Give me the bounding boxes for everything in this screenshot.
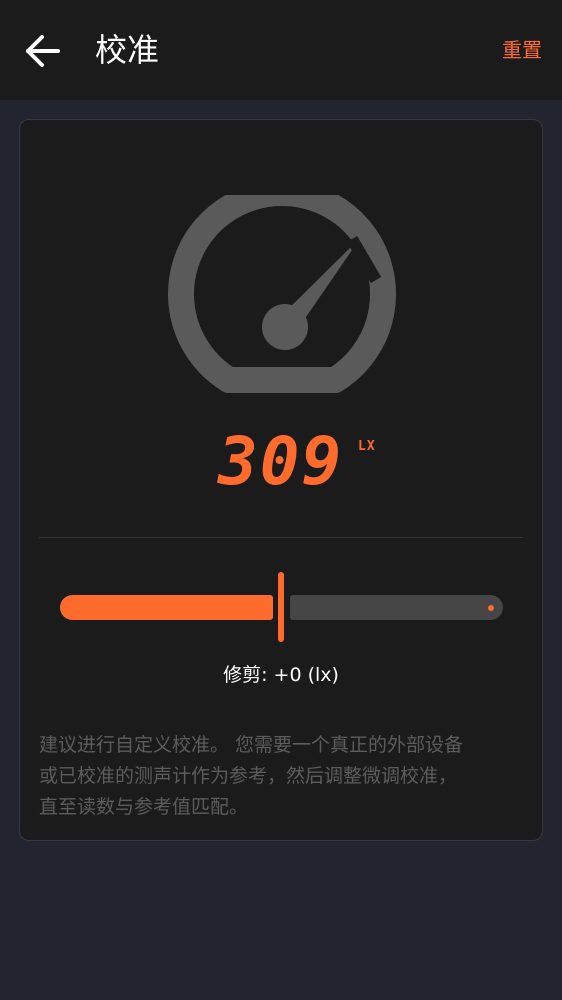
back-button[interactable] [22, 32, 64, 70]
lux-reading: 309 LX [20, 425, 542, 505]
help-text: 建议进行自定义校准。 您需要一个真正的外部设备 或已校准的测声计作为参考，然后调… [39, 730, 529, 823]
help-text-line: 或已校准的测声计作为参考，然后调整微调校准， [39, 765, 458, 787]
calibration-card: 309 LX 修剪: +0 (lx) 建议进行自定义校准。 您需要一个真正的外部… [19, 119, 543, 841]
reset-button[interactable]: 重置 [502, 36, 542, 64]
page-title: 校准 [95, 31, 160, 69]
arrow-left-icon [26, 35, 60, 67]
slider-thumb[interactable] [278, 572, 284, 642]
speedometer-icon [168, 195, 396, 393]
slider-track [290, 595, 503, 620]
app-bar: 校准 重置 [0, 0, 562, 100]
slider-fill [60, 595, 273, 620]
trim-label: 修剪: +0 (lx) [223, 664, 339, 686]
lux-value: 309 [218, 423, 344, 500]
trim-slider[interactable] [60, 572, 503, 642]
lux-unit: LX [358, 439, 376, 454]
help-text-line: 直至读数与参考值匹配。 [39, 796, 249, 818]
divider [39, 537, 523, 538]
slider-end-dot [488, 605, 494, 611]
help-text-line: 建议进行自定义校准。 您需要一个真正的外部设备 [39, 734, 464, 756]
